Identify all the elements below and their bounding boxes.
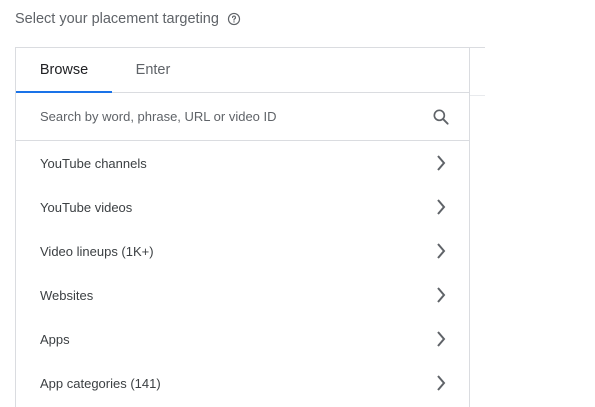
list-item-websites[interactable]: Websites (16, 273, 469, 317)
list-item-video-lineups[interactable]: Video lineups (1K+) (16, 229, 469, 273)
search-bar (16, 93, 469, 141)
chevron-right-icon (435, 373, 447, 393)
chevron-right-icon (435, 153, 447, 173)
list-item-youtube-channels[interactable]: YouTube channels (16, 141, 469, 185)
tab-browse-label: Browse (39, 62, 89, 78)
chevron-right-icon (435, 197, 447, 217)
list-item-label: Apps (40, 331, 70, 347)
list-item-label: App categories (141) (40, 375, 161, 391)
list-item-app-categories[interactable]: App categories (141) (16, 361, 469, 405)
placement-browser-panel: Browse Enter YouTube channels YouTube vi… (15, 47, 470, 407)
page-title: Select your placement targeting (15, 11, 219, 27)
category-list: YouTube channels YouTube videos Video li… (16, 141, 469, 405)
tab-bar: Browse Enter (16, 48, 469, 93)
list-item-label: Video lineups (1K+) (40, 243, 154, 259)
chevron-right-icon (435, 285, 447, 305)
adjacent-panel-divider (470, 95, 485, 96)
adjacent-panel-border (470, 47, 485, 48)
chevron-right-icon (435, 241, 447, 261)
search-icon[interactable] (431, 107, 451, 127)
list-item-label: YouTube channels (40, 155, 147, 171)
placement-targeting-heading: Select your placement targeting (15, 11, 241, 27)
help-circle-icon[interactable] (227, 12, 241, 26)
tab-enter-label: Enter (135, 62, 171, 78)
list-item-youtube-videos[interactable]: YouTube videos (16, 185, 469, 229)
search-input[interactable] (40, 109, 431, 124)
chevron-right-icon (435, 329, 447, 349)
list-item-apps[interactable]: Apps (16, 317, 469, 361)
tab-enter[interactable]: Enter (110, 48, 196, 92)
tab-browse[interactable]: Browse (16, 48, 112, 93)
list-item-label: YouTube videos (40, 199, 133, 215)
list-item-label: Websites (40, 287, 94, 303)
